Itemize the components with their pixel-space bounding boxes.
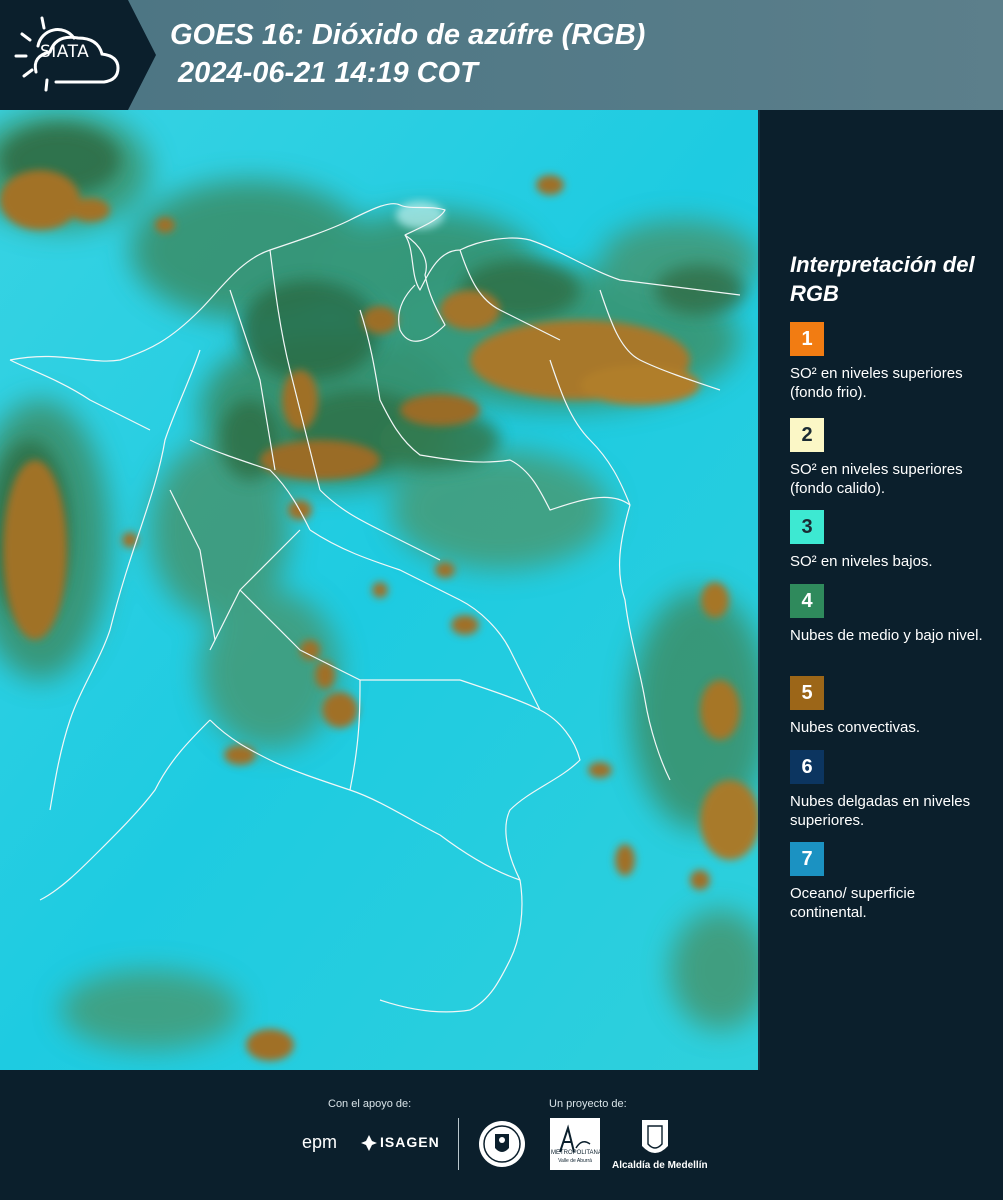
- page-title: GOES 16: Dióxido de azúfre (RGB) 2024-06…: [170, 16, 645, 92]
- legend-text-2: SO² en niveles superiores (fondo calido)…: [790, 461, 963, 497]
- legend-item-1: 1 SO² en niveles superiores (fondo frio)…: [790, 322, 995, 402]
- satellite-image: [0, 110, 758, 1070]
- legend-swatch-6: 6: [790, 750, 824, 784]
- isagen-logo: ISAGEN: [380, 1134, 440, 1150]
- alcaldia-medellin-logo: Alcaldía de Medellín: [612, 1160, 708, 1171]
- legend-swatch-7: 7: [790, 842, 824, 876]
- isagen-logo-icon: [361, 1135, 377, 1151]
- area-metropolitana-sub2: Valle de Aburrá: [558, 1158, 592, 1164]
- legend-text-4: Nubes de medio y bajo nivel.: [790, 627, 983, 644]
- project-label: Un proyecto de:: [549, 1098, 627, 1110]
- legend-item-2: 2 SO² en niveles superiores (fondo calid…: [790, 418, 995, 498]
- legend-item-3: 3 SO² en niveles bajos.: [790, 510, 995, 571]
- medellin-seal-icon: [479, 1121, 525, 1167]
- legend-item-6: 6 Nubes delgadas en niveles superiores.: [790, 750, 995, 830]
- epm-logo: epm: [302, 1132, 338, 1152]
- title-line-2: 2024-06-21 14:19 COT: [170, 57, 478, 89]
- logo-text: SIATA: [40, 42, 90, 62]
- legend-panel: Interpretación del RGB 1 SO² en niveles …: [758, 110, 1003, 1070]
- title-line-1: GOES 16: Dióxido de azúfre (RGB): [170, 19, 646, 51]
- header: SIATA GOES 16: Dióxido de azúfre (RGB) 2…: [0, 0, 1003, 110]
- legend-item-4: 4 Nubes de medio y bajo nivel.: [790, 584, 995, 645]
- legend-swatch-2: 2: [790, 418, 824, 452]
- legend-swatch-4: 4: [790, 584, 824, 618]
- legend-text-3: SO² en niveles bajos.: [790, 553, 933, 570]
- legend-swatch-5: 5: [790, 676, 824, 710]
- footer: Con el apoyo de: Un proyecto de: epm ISA…: [0, 1070, 1003, 1200]
- support-label: Con el apoyo de:: [328, 1098, 412, 1110]
- legend-text-6: Nubes delgadas en niveles superiores.: [790, 793, 971, 829]
- area-metropolitana-sub: METROPOLITANA: [551, 1150, 602, 1156]
- footer-divider: [458, 1118, 459, 1170]
- legend-swatch-3: 3: [790, 510, 824, 544]
- alcaldia-shield-icon: [642, 1120, 668, 1153]
- legend-title: Interpretación del RGB: [790, 252, 975, 306]
- legend-item-5: 5 Nubes convectivas.: [790, 676, 995, 737]
- legend-text-7: Oceano/ superficie continental.: [790, 885, 916, 921]
- satellite-map: [0, 110, 758, 1070]
- legend-text-1: SO² en niveles superiores (fondo frio).: [790, 365, 963, 401]
- cirrus-patch: [396, 201, 444, 229]
- legend-text-5: Nubes convectivas.: [790, 719, 921, 736]
- legend-item-7: 7 Oceano/ superficie continental.: [790, 842, 995, 922]
- legend-swatch-1: 1: [790, 322, 824, 356]
